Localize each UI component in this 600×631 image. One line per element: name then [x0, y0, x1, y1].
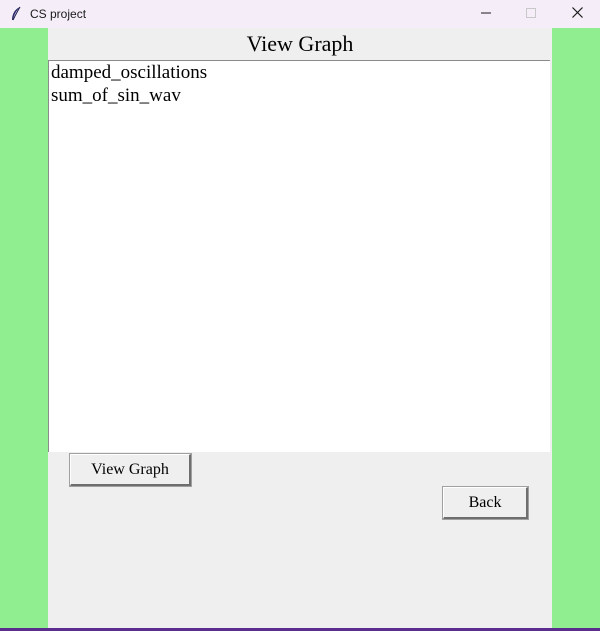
maximize-button[interactable]: [508, 0, 554, 28]
close-button[interactable]: [554, 0, 600, 28]
maximize-icon: [526, 7, 536, 21]
window-title: CS project: [30, 7, 87, 21]
back-button[interactable]: Back: [442, 486, 529, 520]
page-title: View Graph: [246, 31, 354, 56]
list-item[interactable]: sum_of_sin_wav: [49, 84, 550, 107]
close-icon: [571, 7, 583, 21]
view-graph-button[interactable]: View Graph: [69, 453, 192, 487]
list-item[interactable]: damped_oscillations: [49, 61, 550, 84]
app-window: CS project View Graph damped_oscillation…: [0, 0, 600, 631]
main-panel: View Graph damped_oscillations sum_of_si…: [48, 28, 552, 628]
title-bar[interactable]: CS project: [0, 0, 600, 28]
minimize-button[interactable]: [463, 0, 509, 28]
graph-listbox[interactable]: damped_oscillations sum_of_sin_wav: [48, 60, 550, 452]
feather-icon: [9, 6, 23, 22]
minimize-icon: [481, 7, 491, 21]
